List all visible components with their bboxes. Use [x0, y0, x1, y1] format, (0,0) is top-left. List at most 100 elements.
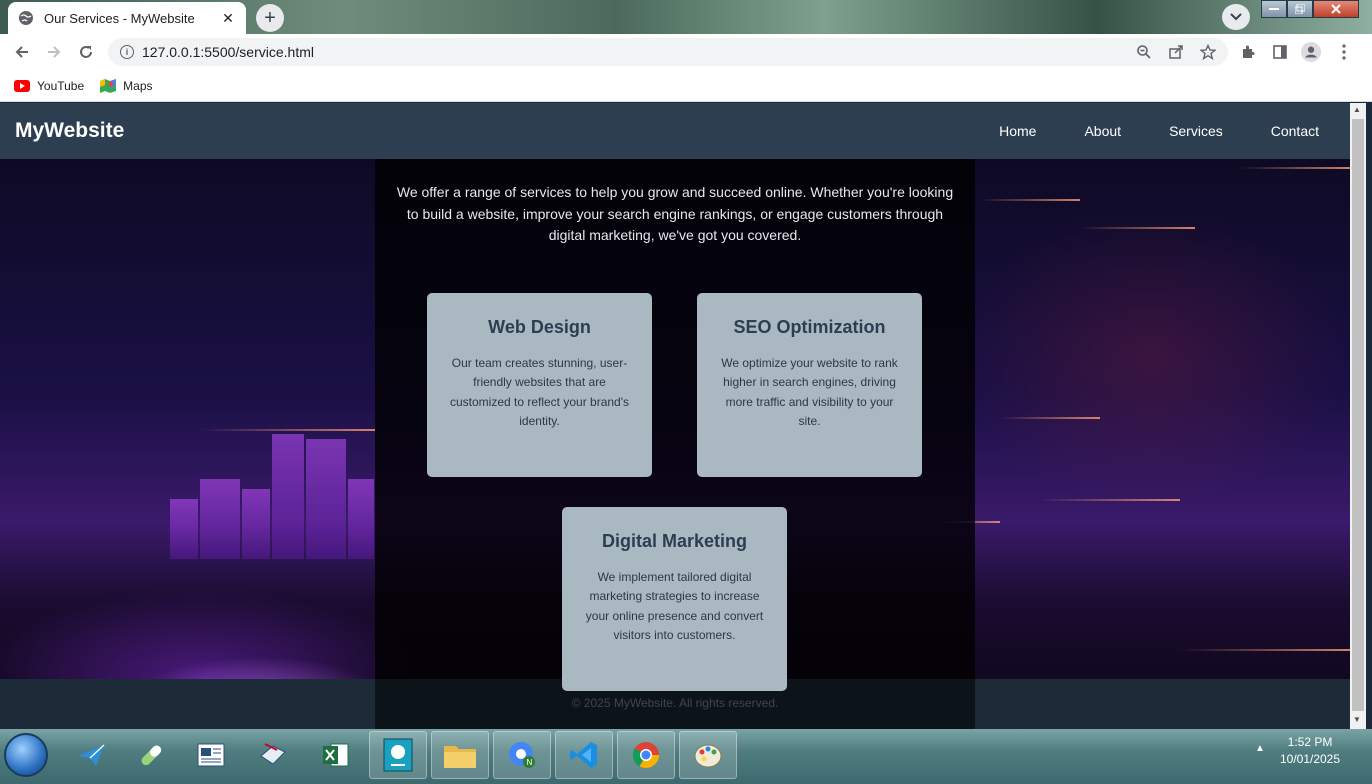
- city-building: [242, 489, 270, 559]
- window-maximize-button[interactable]: [1287, 0, 1313, 18]
- file-explorer-icon: [444, 746, 476, 768]
- service-card-digital-marketing: Digital Marketing We implement tailored …: [562, 507, 787, 691]
- side-panel-icon[interactable]: [1270, 42, 1290, 62]
- bookmarks-bar: YouTube Maps: [0, 70, 1372, 102]
- url-text: 127.0.0.1:5500/service.html: [142, 44, 314, 60]
- taskbar-app-7[interactable]: [431, 731, 489, 779]
- taskbar-app-1[interactable]: [62, 731, 120, 779]
- light-streak: [1040, 499, 1180, 501]
- services-intro: We offer a range of services to help you…: [396, 184, 954, 243]
- taskbar-app-3[interactable]: [182, 731, 240, 779]
- paper-plane-icon: [78, 744, 105, 766]
- service-title: Digital Marketing: [601, 531, 748, 551]
- service-title: SEO Optimization: [733, 317, 886, 337]
- page-viewport: © 2025 MyWebsite. All rights reserved. M…: [0, 103, 1350, 729]
- footer-copyright: © 2025 MyWebsite. All rights reserved.: [571, 696, 779, 710]
- minimize-icon: [1269, 8, 1279, 10]
- share-icon[interactable]: [1166, 42, 1186, 62]
- address-bar[interactable]: i 127.0.0.1:5500/service.html: [108, 38, 1228, 66]
- service-card-seo: SEO Optimization We optimize your websit…: [697, 293, 922, 477]
- tab-title: Our Services - MyWebsite: [44, 10, 195, 26]
- taskbar-app-6[interactable]: [369, 731, 427, 779]
- light-streak: [1080, 227, 1195, 229]
- taskbar-app-2[interactable]: [122, 731, 180, 779]
- maps-icon: [100, 78, 117, 93]
- nav-contact[interactable]: Contact: [1271, 123, 1319, 139]
- nav-home[interactable]: Home: [999, 123, 1036, 139]
- city-building: [306, 439, 346, 559]
- chrome-profile-icon: N: [509, 742, 535, 768]
- taskbar-app-4[interactable]: [244, 731, 302, 779]
- taskbar-app-8[interactable]: N: [493, 731, 551, 779]
- arrow-right-icon: [48, 46, 61, 58]
- nav-about[interactable]: About: [1084, 123, 1121, 139]
- reload-button[interactable]: [76, 42, 96, 62]
- window-minimize-button[interactable]: [1261, 0, 1287, 18]
- taskbar-app-11[interactable]: [679, 731, 737, 779]
- city-building: [348, 479, 374, 559]
- bookmark-star-icon[interactable]: [1198, 42, 1218, 62]
- light-streak: [1180, 649, 1350, 651]
- nav-services[interactable]: Services: [1169, 123, 1223, 139]
- taskbar-app-10[interactable]: [617, 731, 675, 779]
- site-logo[interactable]: MyWebsite: [15, 119, 124, 143]
- menu-kebab-icon[interactable]: [1334, 42, 1354, 62]
- bookmark-maps[interactable]: Maps: [100, 78, 153, 94]
- clock-date: 10/01/2025: [1279, 752, 1341, 766]
- service-title: Web Design: [488, 317, 591, 337]
- light-streak: [980, 199, 1080, 201]
- service-card-web-design: Web Design Our team creates stunning, us…: [427, 293, 652, 477]
- profile-avatar-icon[interactable]: [1301, 42, 1321, 62]
- taskbar-app-5[interactable]: [307, 731, 365, 779]
- light-streak: [1240, 167, 1350, 169]
- city-building: [170, 499, 198, 559]
- vertical-scrollbar[interactable]: ▲ ▼: [1350, 103, 1366, 729]
- bookmark-youtube[interactable]: YouTube: [14, 79, 84, 93]
- city-building: [272, 434, 304, 559]
- chrome-icon: [632, 742, 660, 769]
- city-building: [200, 479, 240, 559]
- zoom-icon[interactable]: [1134, 42, 1154, 62]
- taskbar-app-9[interactable]: [555, 731, 613, 779]
- scroll-down-icon[interactable]: ▼: [1353, 715, 1361, 724]
- arrow-left-icon: [15, 46, 28, 58]
- tab-strip: Our Services - MyWebsite ✕ +: [0, 0, 1372, 34]
- start-button[interactable]: [4, 733, 48, 777]
- service-description: We implement tailored digital marketing …: [585, 570, 764, 642]
- site-header: MyWebsite Home About Services Contact: [0, 103, 1350, 159]
- document-icon: [197, 743, 225, 767]
- main-nav: Home About Services Contact: [999, 123, 1319, 139]
- forward-button[interactable]: [44, 42, 64, 62]
- scanner-icon: [260, 743, 286, 765]
- light-streak: [200, 429, 375, 431]
- tab-search-button[interactable]: [1222, 4, 1250, 30]
- tray-expand-icon[interactable]: ▲: [1255, 743, 1265, 754]
- back-button[interactable]: [12, 42, 32, 62]
- reload-icon: [80, 46, 92, 58]
- restore-icon: [1295, 4, 1305, 14]
- site-info-icon[interactable]: i: [120, 45, 134, 59]
- youtube-icon: [14, 79, 30, 92]
- window-close-button[interactable]: [1313, 0, 1359, 18]
- scroll-up-icon[interactable]: ▲: [1353, 105, 1361, 114]
- clock-time: 1:52 PM: [1287, 735, 1333, 749]
- globe-icon: [19, 11, 33, 25]
- svg-text:N: N: [527, 758, 533, 767]
- new-tab-button[interactable]: +: [256, 4, 284, 32]
- extensions-icon[interactable]: [1238, 42, 1258, 62]
- paint-icon: [694, 744, 722, 768]
- bookmark-label: Maps: [123, 78, 153, 93]
- browser-tab[interactable]: Our Services - MyWebsite ✕: [8, 2, 246, 34]
- bookmark-label: YouTube: [37, 78, 85, 93]
- light-streak: [1000, 417, 1100, 419]
- system-clock[interactable]: 1:52 PM 10/01/2025: [1270, 734, 1350, 768]
- pill-icon: [141, 745, 162, 766]
- excel-icon: [323, 743, 349, 767]
- windows-taskbar: N ▲ 1:52 PM 10/01/2025: [0, 729, 1372, 784]
- scrollbar-thumb[interactable]: [1352, 119, 1364, 711]
- chevron-down-icon: [1230, 13, 1242, 21]
- close-icon: [1331, 4, 1341, 14]
- tab-close-icon[interactable]: ✕: [220, 10, 236, 27]
- bookmark-app-icon: [383, 738, 413, 772]
- service-description: We optimize your website to rank higher …: [721, 356, 898, 428]
